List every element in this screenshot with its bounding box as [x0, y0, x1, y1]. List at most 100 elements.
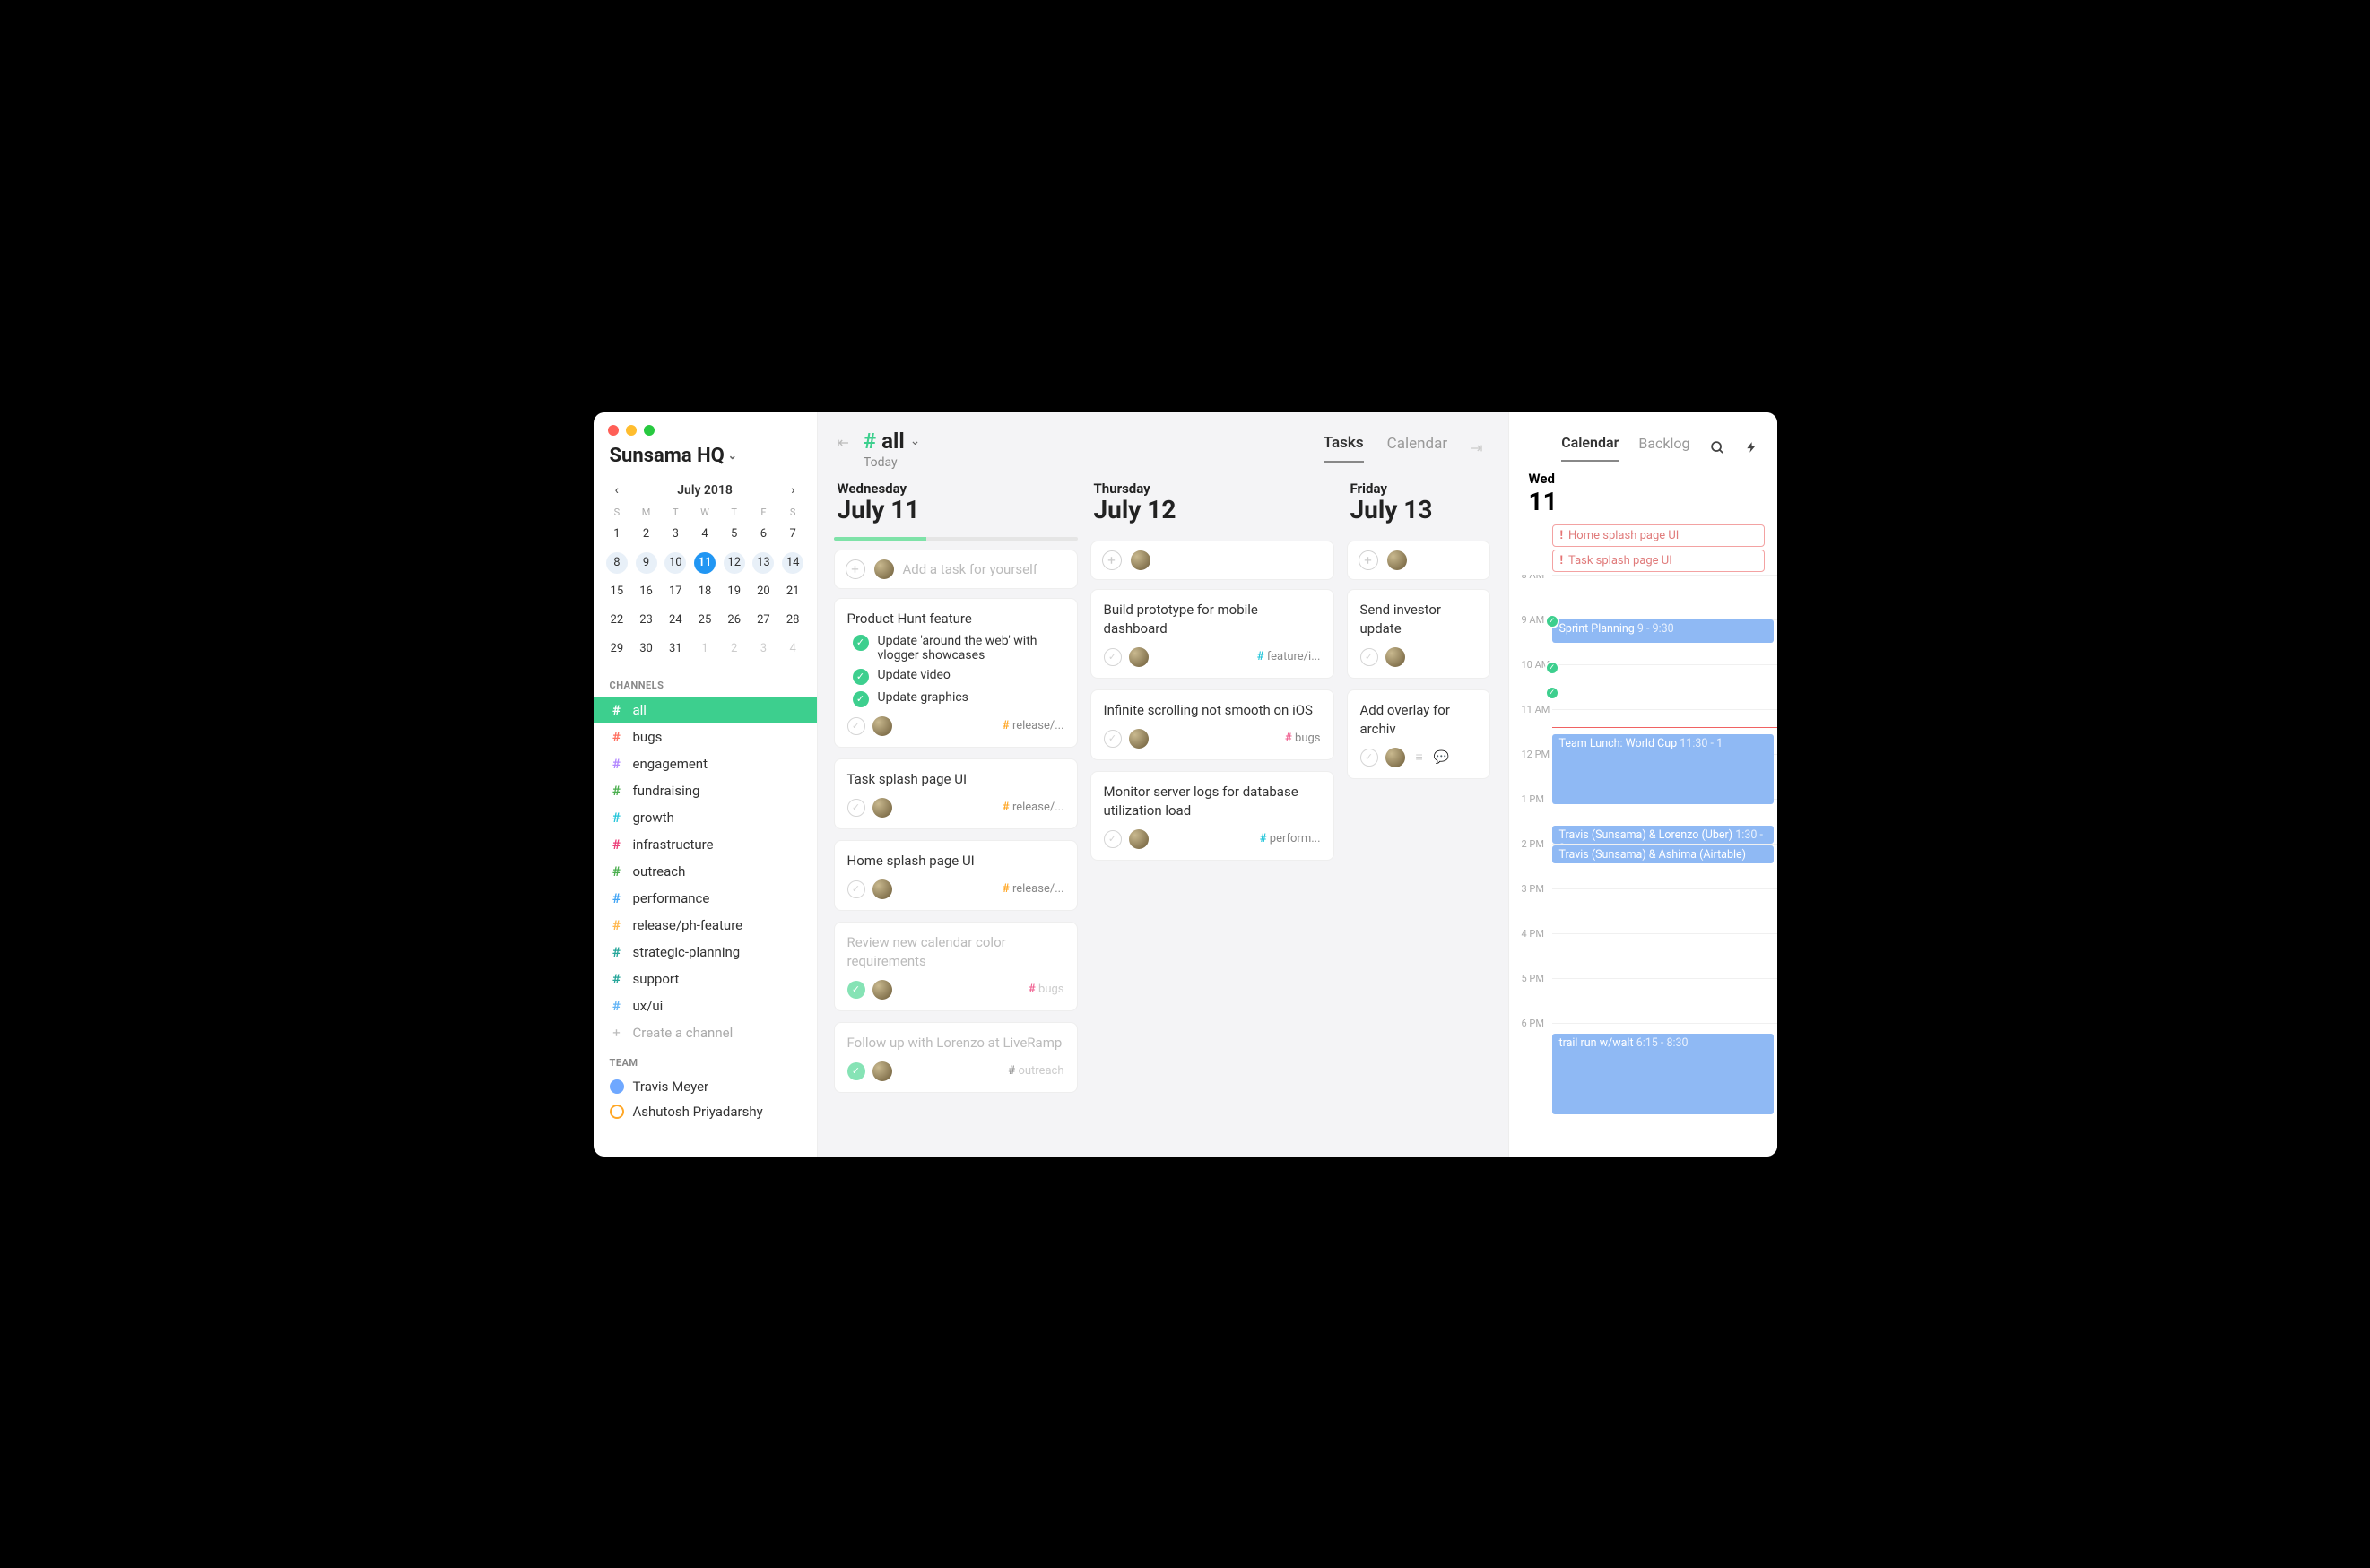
prev-month[interactable]: ‹ — [610, 480, 624, 501]
calendar-day[interactable]: 15 — [606, 581, 628, 602]
calendar-day[interactable]: 17 — [664, 581, 686, 602]
sidebar-channel-outreach[interactable]: #outreach — [594, 858, 817, 885]
subtask[interactable]: ✓ Update graphics — [853, 690, 1064, 707]
tag[interactable]: # bugs — [1285, 732, 1321, 745]
calendar-day[interactable]: 27 — [752, 610, 774, 631]
collapse-left-icon[interactable]: ⇤ — [838, 434, 849, 451]
subtask[interactable]: ✓ Update 'around the web' with vlogger s… — [853, 634, 1064, 663]
task-card[interactable]: Review new calendar color requirements ✓… — [834, 922, 1078, 1011]
subtask[interactable]: ✓ Update video — [853, 668, 1064, 685]
calendar-day[interactable]: 31 — [664, 638, 686, 660]
calendar-day[interactable]: 26 — [724, 610, 745, 631]
sidebar-channel-bugs[interactable]: #bugs — [594, 723, 817, 750]
bolt-icon[interactable] — [1745, 439, 1758, 455]
expand-right-icon[interactable]: ⇥ — [1471, 439, 1482, 456]
calendar-day[interactable]: 6 — [752, 524, 774, 545]
sidebar-channel-uxui[interactable]: #ux/ui — [594, 992, 817, 1019]
complete-toggle[interactable]: ✓ — [1360, 749, 1378, 767]
calendar-day[interactable]: 3 — [752, 638, 774, 660]
rtab-calendar[interactable]: Calendar — [1561, 434, 1619, 462]
calendar-day[interactable]: 5 — [724, 524, 745, 545]
task-card[interactable]: Add overlay for archiv ✓ ≡ 💬 — [1347, 689, 1490, 779]
calendar-day[interactable]: 21 — [782, 581, 803, 602]
calendar-day[interactable]: 9 — [636, 552, 657, 574]
tag[interactable]: # perform... — [1260, 832, 1321, 845]
complete-toggle[interactable]: ✓ — [847, 1062, 865, 1080]
sidebar-channel-all[interactable]: #all — [594, 697, 817, 723]
calendar-day[interactable]: 4 — [694, 524, 716, 545]
create-channel[interactable]: + Create a channel — [594, 1019, 817, 1046]
sidebar-channel-support[interactable]: #support — [594, 966, 817, 992]
task-card[interactable]: Task splash page UI ✓ # release/... — [834, 758, 1078, 829]
add-task-input[interactable]: + — [1347, 541, 1490, 580]
complete-toggle[interactable]: ✓ — [1104, 830, 1122, 848]
search-icon[interactable] — [1710, 440, 1725, 455]
calendar-event[interactable]: Travis (Sunsama) & Lorenzo (Uber) 1:30 -… — [1552, 826, 1774, 844]
sidebar-channel-infrastructure[interactable]: #infrastructure — [594, 831, 817, 858]
next-month[interactable]: › — [786, 480, 800, 501]
rtab-backlog[interactable]: Backlog — [1638, 435, 1689, 461]
calendar-day[interactable]: 10 — [664, 552, 686, 574]
tag[interactable]: # feature/i... — [1257, 650, 1321, 663]
calendar-day[interactable]: 1 — [694, 638, 716, 660]
tag[interactable]: # release/... — [1003, 801, 1064, 814]
sidebar-channel-strategicplanning[interactable]: #strategic-planning — [594, 939, 817, 966]
calendar-day[interactable]: 19 — [724, 581, 745, 602]
add-task-input[interactable]: + Add a task for yourself — [834, 550, 1078, 589]
sidebar-channel-releasephfeature[interactable]: #release/ph-feature — [594, 912, 817, 939]
workspace-switcher[interactable]: Sunsama HQ ⌄ — [594, 412, 817, 474]
tag[interactable]: # bugs — [1029, 983, 1064, 996]
complete-toggle[interactable]: ✓ — [1104, 648, 1122, 666]
task-card[interactable]: Product Hunt feature ✓ Update 'around th… — [834, 598, 1078, 748]
calendar-day[interactable]: 12 — [724, 552, 745, 574]
calendar-day[interactable]: 7 — [782, 524, 803, 545]
add-task-input[interactable]: + — [1090, 541, 1334, 580]
calendar-day[interactable]: 29 — [606, 638, 628, 660]
calendar-day[interactable]: 23 — [636, 610, 657, 631]
calendar-day[interactable]: 13 — [752, 552, 774, 574]
close-window[interactable] — [608, 425, 619, 436]
task-card[interactable]: Monitor server logs for database utiliza… — [1090, 771, 1334, 861]
calendar-event[interactable]: Travis (Sunsama) & Ashima (Airtable) — [1552, 845, 1774, 863]
complete-toggle[interactable]: ✓ — [1104, 730, 1122, 748]
calendar-day[interactable]: 2 — [724, 638, 745, 660]
tag[interactable]: # release/... — [1003, 882, 1064, 896]
calendar-day[interactable]: 28 — [782, 610, 803, 631]
task-card[interactable]: Infinite scrolling not smooth on iOS ✓ #… — [1090, 689, 1334, 760]
calendar-day[interactable]: 8 — [606, 552, 628, 574]
tab-calendar[interactable]: Calendar — [1387, 435, 1447, 462]
team-member[interactable]: Ashutosh Priyadarshy — [594, 1099, 817, 1124]
team-member[interactable]: Travis Meyer — [594, 1074, 817, 1099]
minimize-window[interactable] — [626, 425, 637, 436]
calendar-day[interactable]: 3 — [664, 524, 686, 545]
calendar-day[interactable]: 4 — [782, 638, 803, 660]
calendar-event[interactable]: Sprint Planning 9 - 9:30 — [1552, 619, 1774, 643]
complete-toggle[interactable]: ✓ — [847, 981, 865, 999]
calendar-day[interactable]: 30 — [636, 638, 657, 660]
sidebar-channel-fundraising[interactable]: #fundraising — [594, 777, 817, 804]
tag[interactable]: # release/... — [1003, 719, 1064, 732]
calendar-day[interactable]: 25 — [694, 610, 716, 631]
sidebar-channel-engagement[interactable]: #engagement — [594, 750, 817, 777]
tab-tasks[interactable]: Tasks — [1324, 434, 1364, 463]
calendar-day[interactable]: 14 — [782, 552, 803, 574]
calendar-day[interactable]: 1 — [606, 524, 628, 545]
calendar-event[interactable]: trail run w/walt 6:15 - 8:30 — [1552, 1034, 1774, 1114]
task-card[interactable]: Send investor update ✓ — [1347, 589, 1490, 679]
calendar-day[interactable]: 11 — [694, 552, 716, 574]
task-card[interactable]: Home splash page UI ✓ # release/... — [834, 840, 1078, 911]
maximize-window[interactable] — [644, 425, 655, 436]
channel-title[interactable]: # all ⌄ — [864, 429, 1309, 454]
unscheduled-warning[interactable]: !Home splash page UI — [1552, 524, 1765, 547]
calendar-day[interactable]: 22 — [606, 610, 628, 631]
task-card[interactable]: Build prototype for mobile dashboard ✓ #… — [1090, 589, 1334, 679]
day-schedule[interactable]: 8 AM9 AM10 AM11 AM12 PM1 PM2 PM3 PM4 PM5… — [1509, 575, 1777, 1157]
sidebar-channel-growth[interactable]: #growth — [594, 804, 817, 831]
complete-toggle[interactable]: ✓ — [847, 717, 865, 735]
task-card[interactable]: Follow up with Lorenzo at LiveRamp ✓ # o… — [834, 1022, 1078, 1093]
calendar-event[interactable]: Team Lunch: World Cup 11:30 - 1 — [1552, 734, 1774, 804]
unscheduled-warning[interactable]: !Task splash page UI — [1552, 550, 1765, 572]
calendar-day[interactable]: 18 — [694, 581, 716, 602]
complete-toggle[interactable]: ✓ — [847, 799, 865, 817]
complete-toggle[interactable]: ✓ — [847, 880, 865, 898]
